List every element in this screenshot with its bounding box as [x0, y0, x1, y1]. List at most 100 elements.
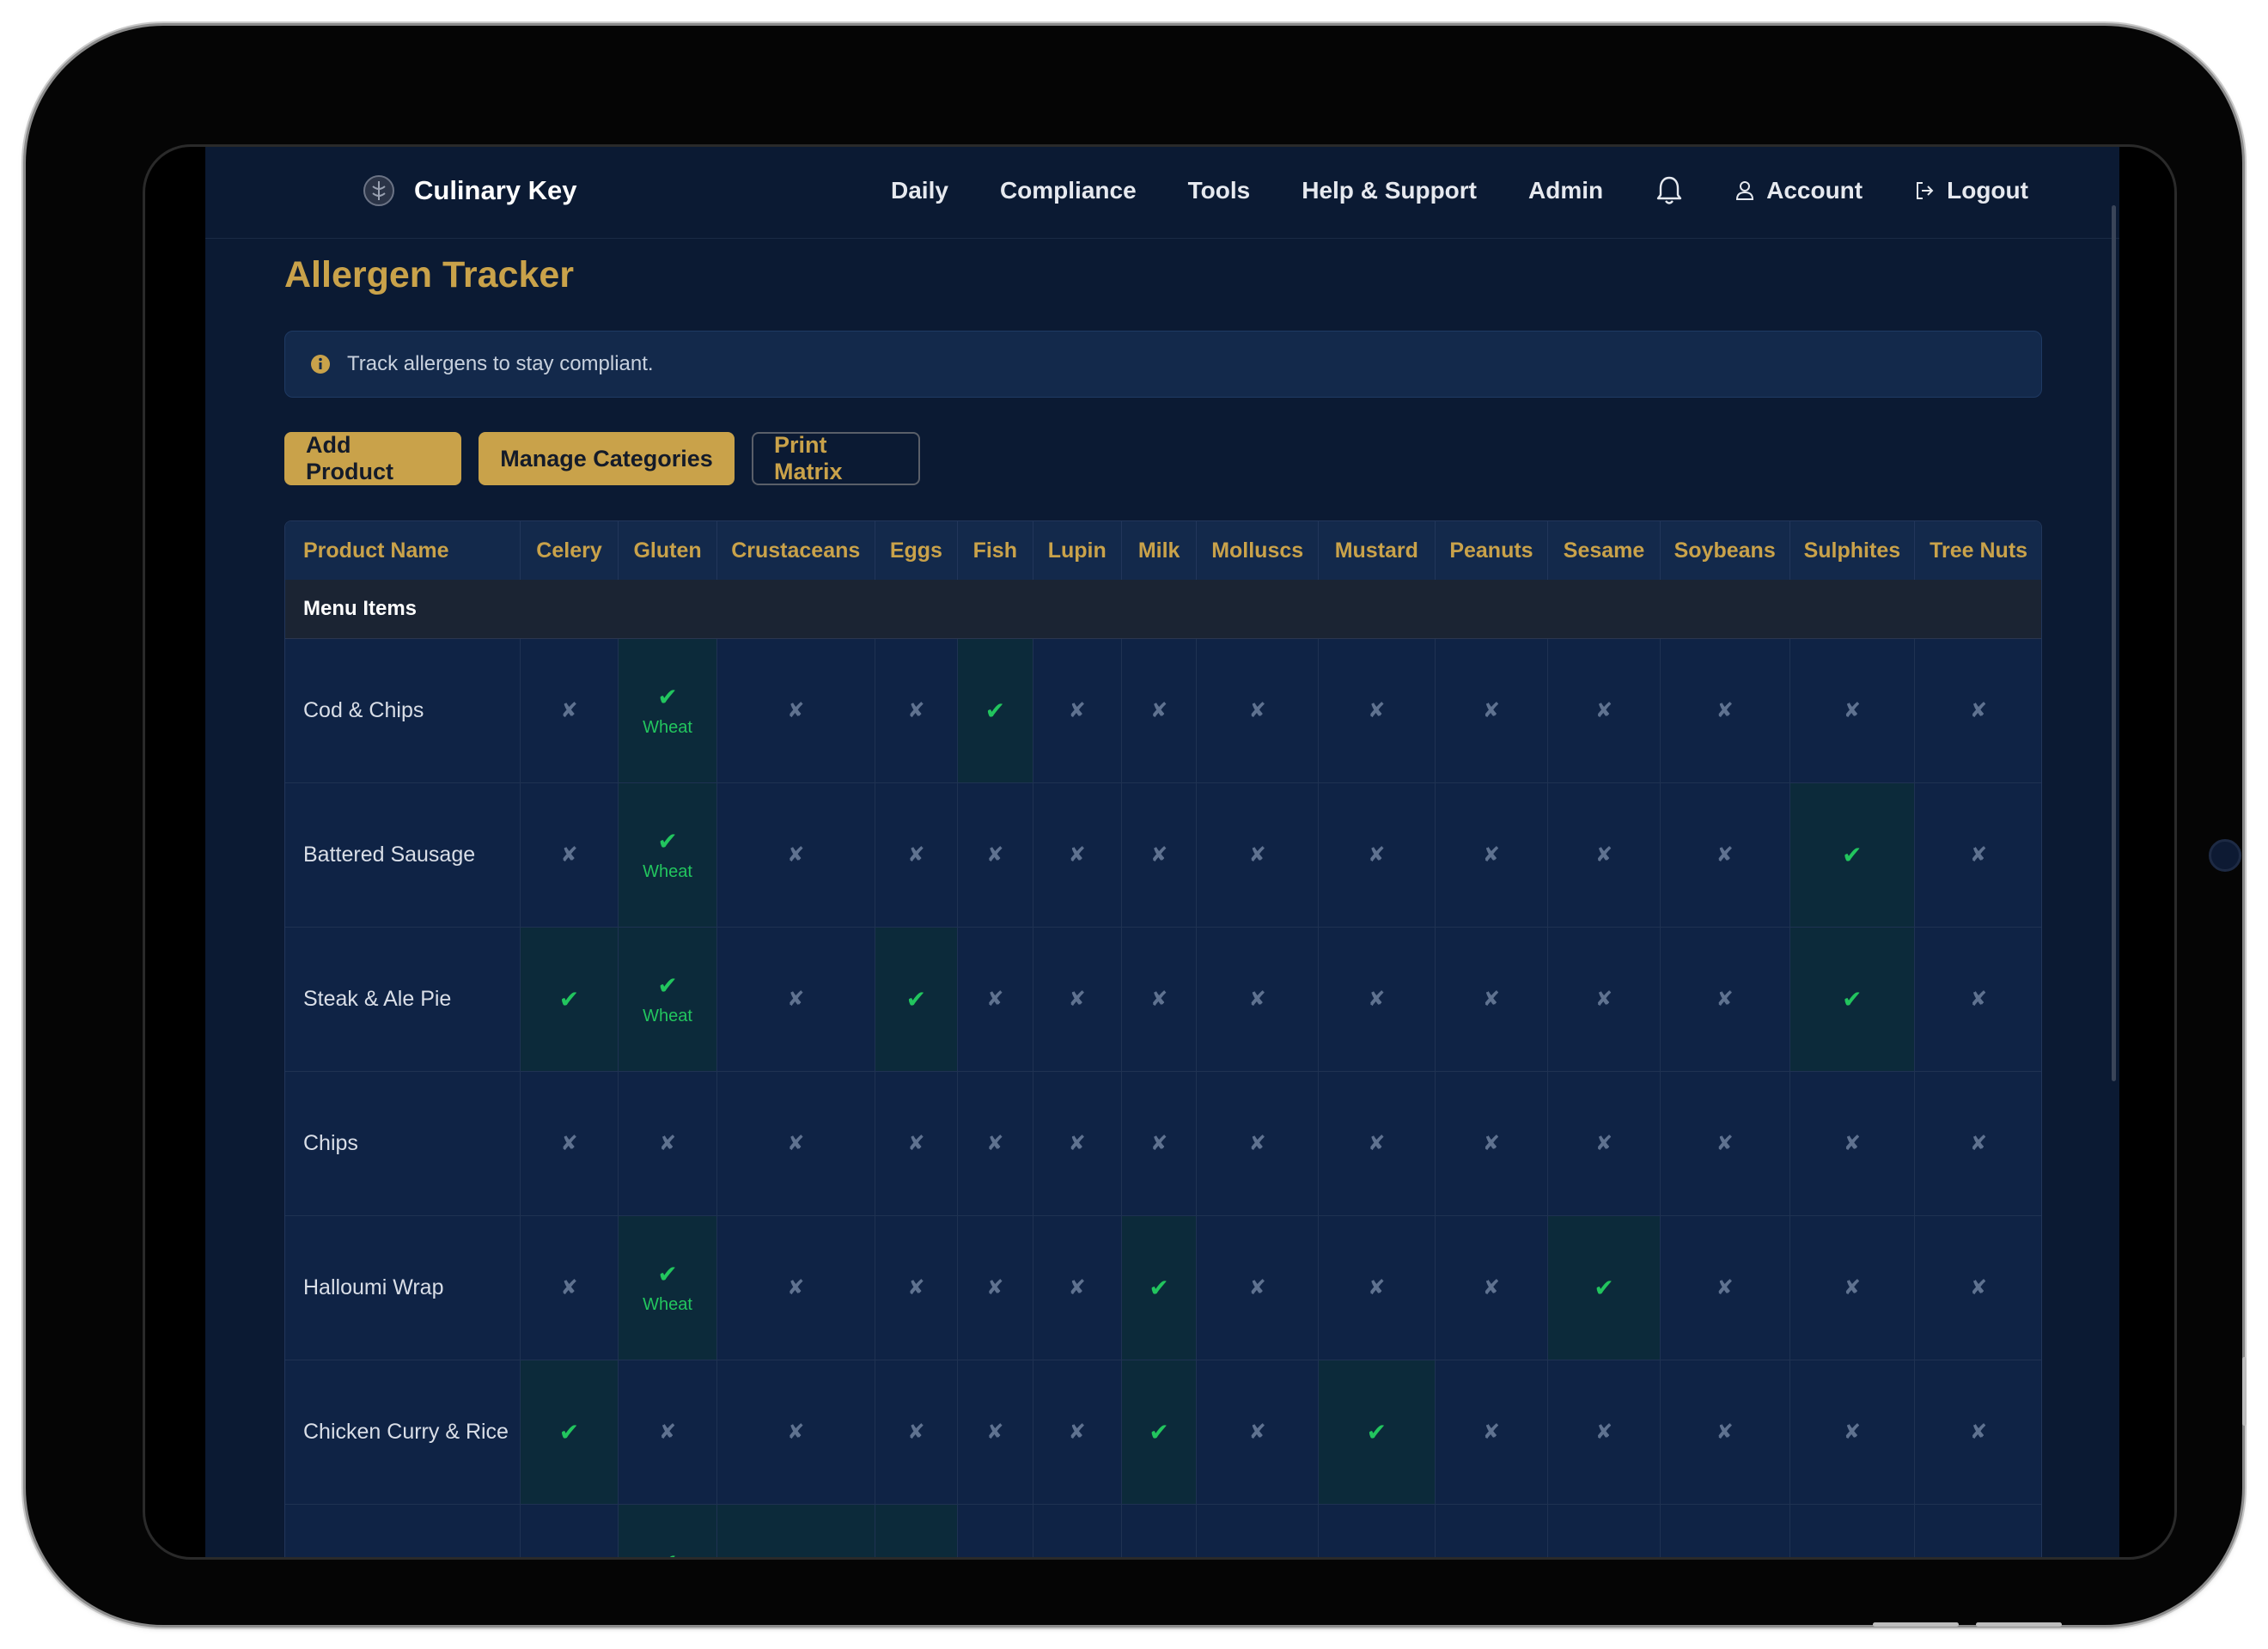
allergen-cell-eggs[interactable]: ✘	[875, 782, 959, 928]
allergen-cell-fish[interactable]: ✘	[957, 927, 1033, 1072]
allergen-cell-fish[interactable]: ✘	[957, 782, 1033, 928]
allergen-cell-lupin[interactable]: ✘	[1033, 1360, 1122, 1505]
manage-categories-button[interactable]: Manage Categories	[479, 432, 735, 485]
bell-icon[interactable]	[1655, 174, 1684, 207]
allergen-cell-lupin[interactable]: ✘	[1033, 1215, 1122, 1360]
allergen-cell-soybeans[interactable]: ✘	[1660, 782, 1790, 928]
allergen-cell-milk[interactable]: ✘	[1121, 1071, 1198, 1216]
allergen-cell-mustard[interactable]: ✘	[1318, 927, 1436, 1072]
allergen-cell-sesame[interactable]: ✘	[1547, 782, 1661, 928]
allergen-cell-gluten[interactable]: ✔ Wheat	[618, 1215, 717, 1360]
product-name[interactable]: Chicken Curry & Rice	[285, 1360, 521, 1505]
table-row[interactable]: Halloumi Wrap ✘ ✔ Wheat ✘ ✘ ✘ ✘ ✔ ✘ ✘ ✘ ✔ ✘ ✘ ✘	[285, 1215, 2041, 1360]
table-row[interactable]: Chicken Curry & Rice ✔ ✘ ✘ ✘ ✘ ✘ ✔ ✘ ✔ ✘ ✘ ✘ ✘ ✘	[285, 1360, 2041, 1505]
allergen-cell-molluscs[interactable]: ✘	[1196, 1360, 1320, 1505]
allergen-cell-tree-nuts[interactable]: ✘	[1914, 1071, 2041, 1216]
allergen-cell-lupin[interactable]: ✘	[1033, 1071, 1122, 1216]
allergen-cell-molluscs[interactable]: ✘	[1196, 1504, 1320, 1557]
allergen-cell-sulphites[interactable]: ✔	[1789, 927, 1916, 1072]
nav-compliance[interactable]: Compliance	[1000, 177, 1137, 204]
allergen-cell-fish[interactable]: ✔	[957, 638, 1033, 783]
allergen-cell-celery[interactable]: ✘	[520, 1504, 619, 1557]
allergen-cell-mustard[interactable]: ✘	[1318, 1071, 1436, 1216]
allergen-cell-gluten[interactable]: ✘	[618, 1360, 717, 1505]
allergen-cell-peanuts[interactable]: ✘	[1435, 1360, 1549, 1505]
allergen-cell-molluscs[interactable]: ✘	[1196, 927, 1320, 1072]
allergen-cell-sulphites[interactable]: ✘	[1789, 1215, 1916, 1360]
allergen-cell-milk[interactable]: ✔	[1121, 1360, 1198, 1505]
allergen-cell-lupin[interactable]: ✘	[1033, 782, 1122, 928]
allergen-cell-soybeans[interactable]: ✘	[1660, 1360, 1790, 1505]
allergen-cell-sulphites[interactable]: ✘	[1789, 1360, 1916, 1505]
allergen-cell-fish[interactable]: ✘	[957, 1360, 1033, 1505]
product-name[interactable]	[285, 1504, 521, 1557]
allergen-cell-sesame[interactable]: ✘	[1547, 1360, 1661, 1505]
allergen-cell-milk[interactable]: ✔	[1121, 1215, 1198, 1360]
allergen-cell-soybeans[interactable]: ✘	[1660, 1071, 1790, 1216]
allergen-cell-milk[interactable]: ✘	[1121, 1504, 1198, 1557]
allergen-cell-mustard[interactable]: ✘	[1318, 1215, 1436, 1360]
allergen-cell-mustard[interactable]: ✘	[1318, 782, 1436, 928]
product-name[interactable]: Battered Sausage	[285, 782, 521, 928]
allergen-cell-peanuts[interactable]: ✘	[1435, 1215, 1549, 1360]
allergen-cell-crustaceans[interactable]: ✘	[716, 1360, 875, 1505]
allergen-cell-lupin[interactable]: ✘	[1033, 1504, 1122, 1557]
allergen-cell-celery[interactable]: ✘	[520, 1215, 619, 1360]
allergen-cell-eggs[interactable]: ✘	[875, 1360, 959, 1505]
allergen-cell-celery[interactable]: ✔	[520, 927, 619, 1072]
allergen-cell-sesame[interactable]: ✘	[1547, 1504, 1661, 1557]
allergen-cell-tree-nuts[interactable]: ✘	[1914, 638, 2041, 783]
allergen-cell-gluten[interactable]: ✔ Wheat	[618, 782, 717, 928]
allergen-cell-sulphites[interactable]: ✘	[1789, 1504, 1916, 1557]
allergen-cell-eggs[interactable]: ✘	[875, 1215, 959, 1360]
allergen-cell-tree-nuts[interactable]: ✘	[1914, 1360, 2041, 1505]
allergen-cell-celery[interactable]: ✘	[520, 1071, 619, 1216]
allergen-cell-tree-nuts[interactable]: ✘	[1914, 1504, 2041, 1557]
table-row[interactable]: Steak & Ale Pie ✔ ✔ Wheat ✘ ✔ ✘ ✘ ✘ ✘ ✘ ✘ ✘ ✘ ✔ ✘	[285, 927, 2041, 1072]
allergen-cell-tree-nuts[interactable]: ✘	[1914, 927, 2041, 1072]
nav-daily[interactable]: Daily	[891, 177, 948, 204]
allergen-cell-fish[interactable]: ✘	[957, 1071, 1033, 1216]
allergen-cell-mustard[interactable]: ✔	[1318, 1360, 1436, 1505]
allergen-cell-lupin[interactable]: ✘	[1033, 638, 1122, 783]
product-name[interactable]: Halloumi Wrap	[285, 1215, 521, 1360]
allergen-cell-peanuts[interactable]: ✘	[1435, 1071, 1549, 1216]
allergen-cell-molluscs[interactable]: ✘	[1196, 638, 1320, 783]
brand[interactable]: Culinary Key	[363, 174, 577, 207]
nav-admin[interactable]: Admin	[1528, 177, 1603, 204]
allergen-cell-soybeans[interactable]: ✘	[1660, 1215, 1790, 1360]
allergen-cell-gluten[interactable]: ✘	[618, 1071, 717, 1216]
allergen-cell-celery[interactable]: ✘	[520, 782, 619, 928]
allergen-cell-fish[interactable]: ✘	[957, 1504, 1033, 1557]
allergen-cell-crustaceans[interactable]: ✔	[716, 1504, 875, 1557]
allergen-cell-milk[interactable]: ✘	[1121, 638, 1198, 783]
vertical-scrollbar[interactable]	[2112, 205, 2116, 1081]
allergen-cell-gluten[interactable]: ✔ Wheat	[618, 927, 717, 1072]
allergen-cell-celery[interactable]: ✘	[520, 638, 619, 783]
allergen-cell-sulphites[interactable]: ✔	[1789, 782, 1916, 928]
allergen-cell-eggs[interactable]: ✘	[875, 638, 959, 783]
allergen-cell-sulphites[interactable]: ✘	[1789, 1071, 1916, 1216]
nav-account[interactable]: Account	[1735, 177, 1863, 204]
allergen-cell-peanuts[interactable]: ✘	[1435, 927, 1549, 1072]
allergen-cell-milk[interactable]: ✘	[1121, 782, 1198, 928]
table-row[interactable]: ✘✔Wheat✔✔✘✘✘✘✘✘✘✘✘✘	[285, 1504, 2041, 1557]
product-name[interactable]: Chips	[285, 1071, 521, 1216]
allergen-cell-crustaceans[interactable]: ✘	[716, 638, 875, 783]
nav-tools[interactable]: Tools	[1188, 177, 1251, 204]
allergen-cell-gluten[interactable]: ✔ Wheat	[618, 638, 717, 783]
add-product-button[interactable]: Add Product	[284, 432, 461, 485]
allergen-cell-soybeans[interactable]: ✘	[1660, 927, 1790, 1072]
nav-logout[interactable]: Logout	[1914, 177, 2028, 204]
allergen-cell-molluscs[interactable]: ✘	[1196, 1215, 1320, 1360]
allergen-cell-peanuts[interactable]: ✘	[1435, 1504, 1549, 1557]
product-name[interactable]: Steak & Ale Pie	[285, 927, 521, 1072]
nav-help-support[interactable]: Help & Support	[1302, 177, 1477, 204]
allergen-cell-sesame[interactable]: ✔	[1547, 1215, 1661, 1360]
allergen-cell-milk[interactable]: ✘	[1121, 927, 1198, 1072]
allergen-cell-crustaceans[interactable]: ✘	[716, 782, 875, 928]
allergen-cell-peanuts[interactable]: ✘	[1435, 638, 1549, 783]
allergen-cell-tree-nuts[interactable]: ✘	[1914, 782, 2041, 928]
allergen-cell-molluscs[interactable]: ✘	[1196, 1071, 1320, 1216]
allergen-cell-sulphites[interactable]: ✘	[1789, 638, 1916, 783]
